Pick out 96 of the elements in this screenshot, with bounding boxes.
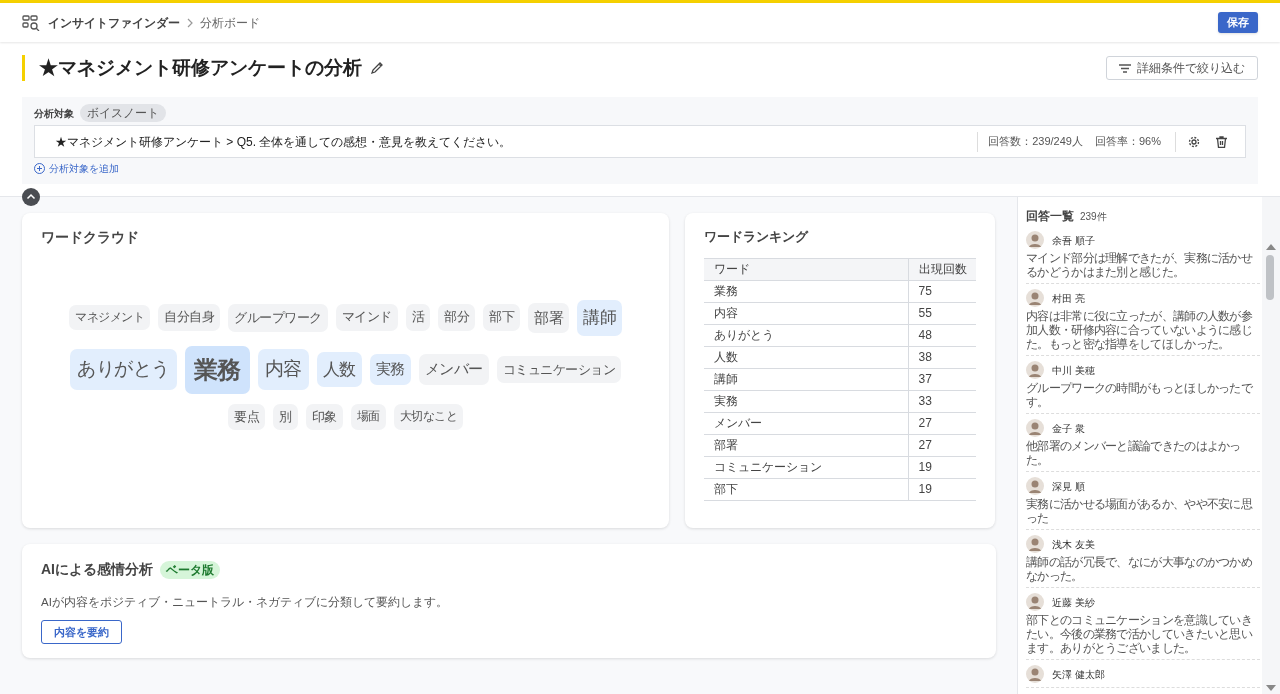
response-text: グループワークの時間がもっとほしかったです。 bbox=[1026, 381, 1254, 409]
collapse-button[interactable] bbox=[22, 188, 40, 206]
table-cell: 48 bbox=[908, 324, 976, 346]
cloud-word[interactable]: 内容 bbox=[257, 349, 309, 390]
cloud-word[interactable]: 人数 bbox=[316, 351, 362, 388]
respondent-name: 近藤 美紗 bbox=[1052, 595, 1095, 610]
finder-icon bbox=[22, 14, 40, 31]
avatar bbox=[1026, 231, 1044, 249]
cloud-word[interactable]: 別 bbox=[273, 403, 298, 431]
cloud-word[interactable]: 要点 bbox=[228, 403, 265, 431]
question-text: ★マネジメント研修アンケート > Q5. 全体を通しての感想・意見を教えてください。 bbox=[55, 133, 512, 151]
card-title: AIによる感情分析 bbox=[41, 560, 153, 579]
respondent-name: 余吾 順子 bbox=[1052, 233, 1095, 248]
table-cell: ありがとう bbox=[704, 324, 908, 346]
cloud-word[interactable]: 講師 bbox=[577, 300, 622, 336]
table-cell: 部下 bbox=[704, 478, 908, 500]
table-cell: 部署 bbox=[704, 434, 908, 456]
response-text: 実務に活かせる場面があるか、やや不安に思った bbox=[1026, 497, 1254, 525]
avatar bbox=[1026, 593, 1044, 611]
table-cell: 人数 bbox=[704, 346, 908, 368]
avatar bbox=[1026, 289, 1044, 307]
page-title: ★マネジメント研修アンケートの分析 bbox=[39, 55, 362, 80]
table-cell: 55 bbox=[908, 302, 976, 324]
add-target-link[interactable]: 分析対象を追加 bbox=[49, 161, 119, 176]
source-tag: ボイスノート bbox=[80, 104, 166, 122]
table-cell: 19 bbox=[908, 456, 976, 478]
response-text: 部下とのコミュニケーションを意識していきたい。今後の業務で活かしていきたいと思います。ありがとうございました。 bbox=[1026, 613, 1254, 655]
description: AIが内容をポジティブ・ニュートラル・ネガティブに分類して要約します。 bbox=[41, 595, 449, 610]
table-cell: 75 bbox=[908, 280, 976, 302]
avatar bbox=[1026, 477, 1044, 495]
table-cell: 37 bbox=[908, 368, 976, 390]
response-text: 講師の話が冗長で、なにが大事なのかつかめなかった。 bbox=[1026, 555, 1253, 583]
settings-icon[interactable] bbox=[1188, 135, 1200, 148]
breadcrumb[interactable]: 分析ボード bbox=[200, 13, 260, 32]
cloud-word[interactable]: 部下 bbox=[483, 304, 520, 332]
app-name[interactable]: インサイトファインダー bbox=[48, 13, 180, 32]
table-cell: 33 bbox=[908, 390, 976, 412]
panel-title: 回答一覧 bbox=[1026, 208, 1074, 225]
cloud-word[interactable]: 実務 bbox=[369, 354, 411, 385]
avatar bbox=[1026, 361, 1044, 379]
answer-count: 回答数：239/249人 bbox=[988, 134, 1083, 150]
respondent-name: 村田 亮 bbox=[1052, 291, 1085, 306]
card-title: ワードクラウド bbox=[41, 228, 140, 247]
cloud-word[interactable]: メンバー bbox=[418, 354, 489, 385]
trash-icon[interactable] bbox=[1216, 135, 1227, 148]
filter-icon bbox=[1119, 63, 1131, 73]
table-cell: 業務 bbox=[704, 280, 908, 302]
cloud-word[interactable]: 自分自身 bbox=[158, 304, 220, 332]
response-text: マインド部分は理解できたが、実務に活かせるかどうかはまた別と感じた。 bbox=[1026, 251, 1254, 279]
column-header: ワード bbox=[704, 258, 908, 280]
cloud-word[interactable]: 大切なこと bbox=[393, 404, 463, 430]
scroll-down-icon[interactable] bbox=[1266, 685, 1276, 692]
respondent-name: 金子 衆 bbox=[1052, 421, 1085, 436]
chevron-icon bbox=[186, 17, 194, 28]
cloud-word[interactable]: マネジメント bbox=[69, 305, 150, 331]
avatar bbox=[1026, 419, 1044, 437]
table-cell: 27 bbox=[908, 412, 976, 434]
respondent-name: 深見 順 bbox=[1052, 479, 1085, 494]
answer-rate: 回答率：96% bbox=[1094, 134, 1161, 150]
cloud-word[interactable]: ありがとう bbox=[70, 349, 177, 390]
cloud-word[interactable]: 業務 bbox=[184, 345, 250, 394]
cloud-word[interactable]: 部分 bbox=[438, 304, 475, 332]
card-title: ワードランキング bbox=[704, 228, 810, 246]
add-icon bbox=[34, 163, 45, 174]
cloud-word[interactable]: 部署 bbox=[528, 302, 569, 333]
target-label: 分析対象 bbox=[34, 106, 74, 121]
response-count: 239件 bbox=[1080, 210, 1107, 224]
avatar bbox=[1026, 535, 1044, 553]
scroll-thumb[interactable] bbox=[1266, 255, 1274, 300]
cloud-word[interactable]: 場面 bbox=[350, 404, 386, 430]
table-cell: 27 bbox=[908, 434, 976, 456]
table-cell: メンバー bbox=[704, 412, 908, 434]
table-cell: 実務 bbox=[704, 390, 908, 412]
respondent-name: 浅木 友美 bbox=[1052, 537, 1095, 552]
table-cell: 内容 bbox=[704, 302, 908, 324]
save-button[interactable]: 保存 bbox=[1218, 12, 1258, 33]
respondent-name: 中川 美穂 bbox=[1052, 363, 1095, 378]
table-cell: コミュニケーション bbox=[704, 456, 908, 478]
cloud-word[interactable]: 印象 bbox=[305, 403, 343, 431]
table-cell: 19 bbox=[908, 478, 976, 500]
beta-badge: ベータ版 bbox=[160, 560, 220, 579]
cloud-word[interactable]: グループワーク bbox=[228, 304, 328, 332]
response-text: 内容は非常に役に立ったが、講師の人数が参加人数・研修内容に合っていないように感じた。もっと密な指導をしてほしかった。 bbox=[1026, 309, 1253, 351]
cloud-word[interactable]: マインド bbox=[335, 304, 398, 332]
summarize-button[interactable]: 内容を要約 bbox=[41, 620, 122, 645]
column-header: 出現回数 bbox=[908, 258, 976, 280]
cloud-word[interactable]: コミュニケーション bbox=[496, 355, 621, 384]
cloud-word[interactable]: 活 bbox=[405, 304, 430, 332]
table-cell: 講師 bbox=[704, 368, 908, 390]
pencil-icon[interactable] bbox=[370, 61, 384, 75]
scroll-up-icon[interactable] bbox=[1266, 243, 1276, 250]
filter-button[interactable]: 詳細条件で絞り込む bbox=[1106, 56, 1258, 80]
response-text: 他部署のメンバーと議論できたのはよかった。 bbox=[1026, 439, 1242, 467]
respondent-name: 矢澤 健太郎 bbox=[1052, 667, 1105, 682]
table-cell: 38 bbox=[908, 346, 976, 368]
avatar bbox=[1026, 665, 1044, 683]
